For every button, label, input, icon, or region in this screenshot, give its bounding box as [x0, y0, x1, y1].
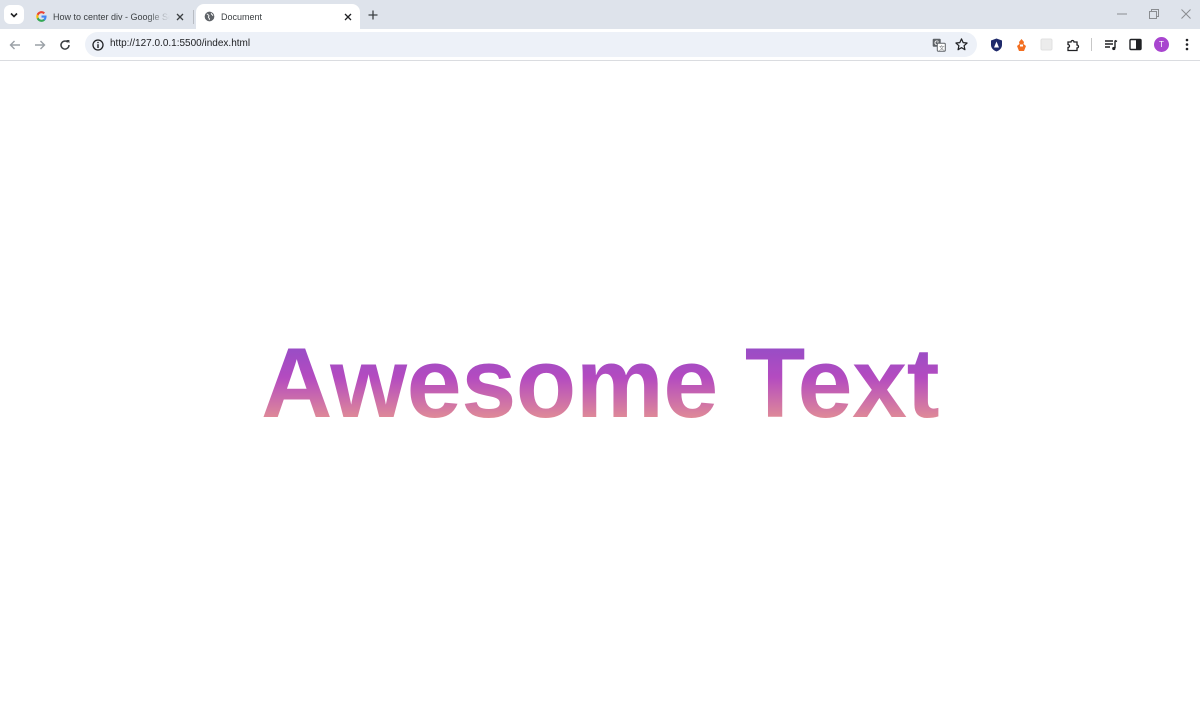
browser-toolbar: http://127.0.0.1:5500/index.html G文 T	[0, 29, 1200, 61]
reload-icon	[60, 40, 70, 50]
page-content: Awesome Text	[0, 62, 1200, 714]
media-queue-icon[interactable]	[1103, 37, 1118, 52]
side-panel-icon[interactable]	[1128, 37, 1143, 52]
gradient-heading: Awesome Text	[260, 326, 940, 438]
toolbar-separator	[1091, 38, 1092, 51]
close-tab-icon[interactable]	[342, 11, 354, 23]
tab-separator	[193, 10, 194, 24]
tab-title: How to center div - Google Search	[53, 11, 170, 22]
profile-avatar[interactable]: T	[1154, 37, 1169, 52]
url-text: http://127.0.0.1:5500/index.html	[110, 38, 251, 49]
shield-extension-icon[interactable]	[989, 37, 1004, 52]
forward-button[interactable]	[32, 37, 48, 53]
tab-strip: How to center div - Google Search Docume…	[0, 0, 1200, 29]
close-window-button[interactable]	[1178, 7, 1194, 21]
minimize-icon	[1117, 13, 1127, 15]
google-g-icon	[35, 11, 47, 23]
close-icon	[1181, 9, 1191, 19]
tab-search-button[interactable]	[4, 5, 24, 24]
arrow-right-icon	[35, 40, 46, 50]
reload-button[interactable]	[57, 37, 73, 53]
arrow-left-icon	[9, 40, 20, 50]
tab-title: Document	[221, 11, 263, 22]
bookmark-star-icon[interactable]	[954, 37, 969, 52]
tab-document[interactable]: Document	[196, 4, 360, 29]
extensions-puzzle-icon[interactable]	[1065, 37, 1080, 52]
address-bar[interactable]: http://127.0.0.1:5500/index.html G文	[85, 32, 977, 57]
site-info-icon[interactable]	[91, 38, 104, 51]
blank-extension-icon[interactable]	[1039, 37, 1054, 52]
svg-text:文: 文	[939, 44, 945, 52]
fox-extension-icon[interactable]	[1014, 37, 1029, 52]
chevron-down-icon	[10, 12, 18, 18]
new-tab-button[interactable]	[366, 8, 380, 22]
globe-icon	[203, 11, 215, 23]
minimize-button[interactable]	[1114, 7, 1130, 21]
back-button[interactable]	[7, 37, 23, 53]
restore-button[interactable]	[1146, 7, 1162, 21]
more-menu-icon[interactable]	[1179, 37, 1194, 52]
plus-icon	[368, 10, 378, 20]
close-tab-icon[interactable]	[174, 11, 186, 23]
translate-icon[interactable]: G文	[931, 37, 946, 52]
restore-icon	[1149, 9, 1159, 19]
tab-google-search[interactable]: How to center div - Google Search	[28, 4, 192, 29]
